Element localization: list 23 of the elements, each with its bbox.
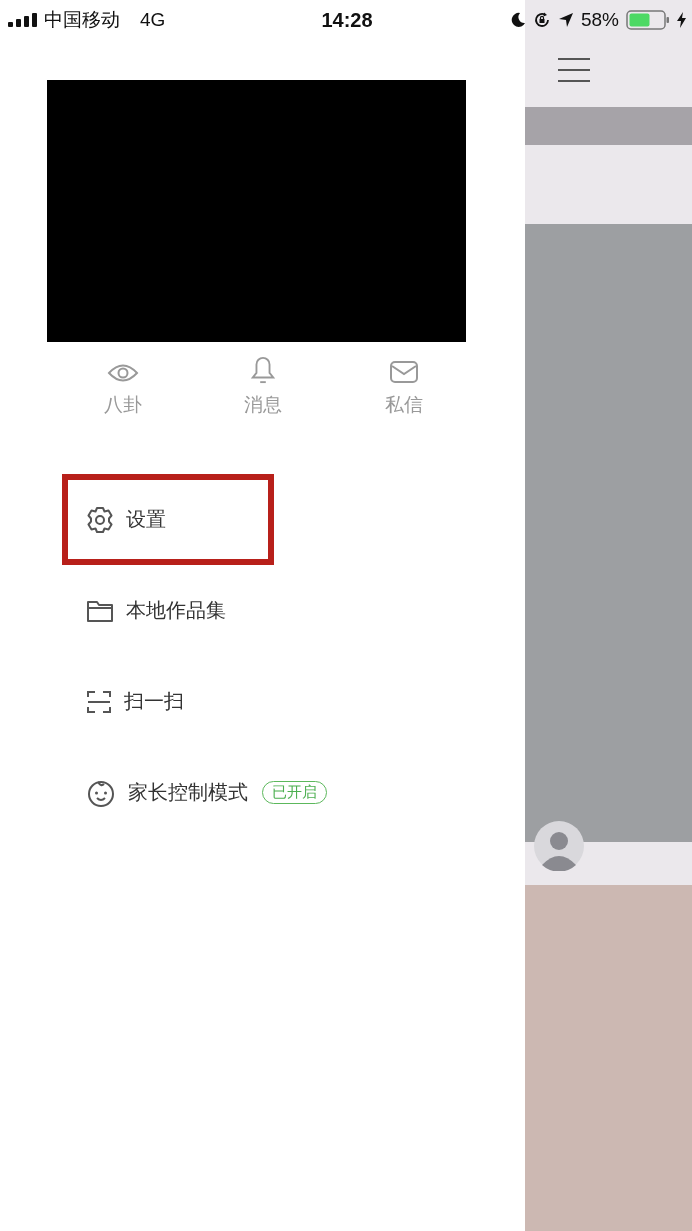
mail-icon xyxy=(388,360,419,384)
moon-icon xyxy=(509,12,526,28)
gear-icon xyxy=(86,505,114,534)
menu-item[interactable]: 本地作品集 xyxy=(62,565,274,656)
menu-item[interactable]: 家长控制模式 已开启 xyxy=(62,747,333,838)
battery-percent: 58% xyxy=(580,9,619,31)
carrier-name: 中国移动 xyxy=(44,8,120,32)
scan-icon xyxy=(86,688,112,715)
location-arrow-icon xyxy=(557,12,574,28)
clock-time: 14:28 xyxy=(321,8,373,32)
network-type: 4G xyxy=(140,9,166,31)
eye-icon xyxy=(107,362,140,384)
menu-button[interactable] xyxy=(557,57,591,83)
menu-item[interactable]: 扫一扫 xyxy=(62,656,274,747)
menu-icon xyxy=(557,57,591,83)
bell-icon xyxy=(250,356,277,384)
menu-item[interactable]: 设置 xyxy=(62,474,274,565)
battery-icon xyxy=(626,10,670,30)
folder-icon xyxy=(86,598,114,623)
rotation-lock-icon xyxy=(532,11,551,29)
avatar-icon xyxy=(534,821,584,871)
charging-icon xyxy=(677,12,686,28)
signal-icon xyxy=(8,13,38,27)
